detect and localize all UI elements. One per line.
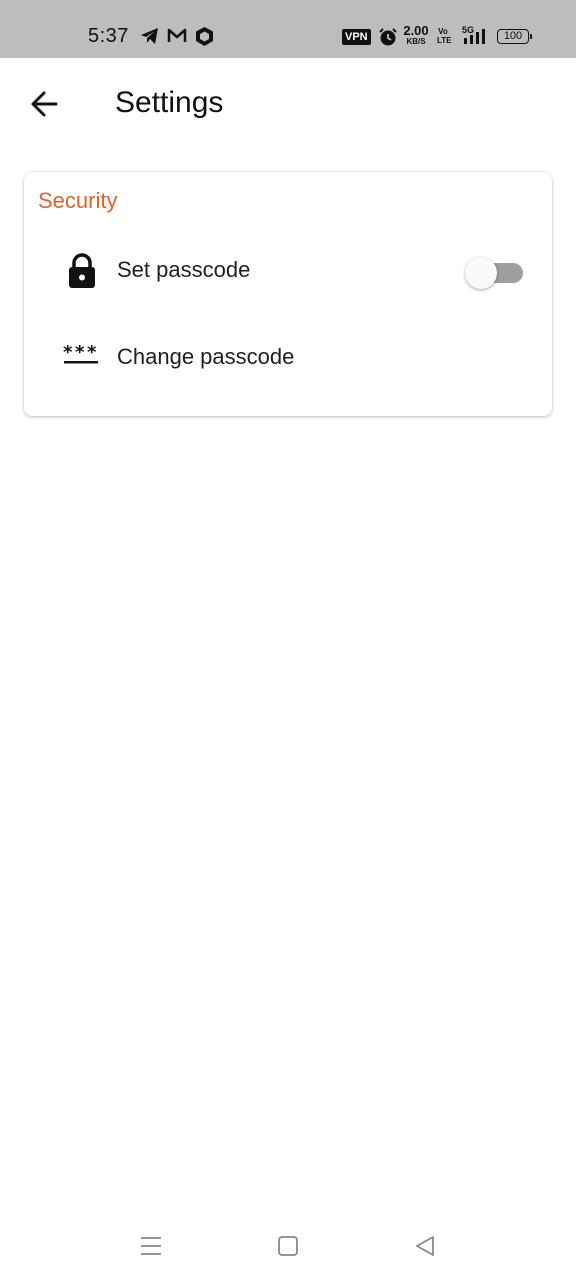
svg-text:*: * <box>87 342 97 363</box>
set-passcode-toggle[interactable] <box>465 255 527 289</box>
network-speed: 2.00 KB/S <box>401 23 431 47</box>
volte-bottom: LTE <box>437 36 452 45</box>
toggle-thumb <box>465 257 497 289</box>
menu-icon <box>141 1237 161 1255</box>
svg-text:*: * <box>75 342 85 363</box>
password-icon: * * * <box>62 340 102 376</box>
status-bar: 5:37 VPN 2.00 KB/S Vo LTE 5G 100 <box>0 0 576 58</box>
vpn-badge: VPN <box>342 29 371 45</box>
back-button[interactable] <box>26 84 66 124</box>
change-passcode-label: Change passcode <box>117 344 295 369</box>
gmail-icon <box>167 26 187 51</box>
change-passcode-row[interactable]: * * * Change passcode <box>24 323 552 393</box>
alarm-icon <box>378 27 398 52</box>
section-title-security: Security <box>38 188 118 213</box>
telegram-icon <box>140 26 160 51</box>
nav-back-button[interactable] <box>411 1232 439 1260</box>
network-speed-value: 2.00 <box>403 23 429 38</box>
volte-top: Vo <box>438 27 448 36</box>
lock-icon <box>62 253 102 289</box>
set-passcode-row[interactable]: Set passcode <box>24 236 552 306</box>
network-type-label: 5G <box>462 25 475 35</box>
page-title: Settings <box>115 86 224 119</box>
svg-text:*: * <box>63 342 73 363</box>
set-passcode-label: Set passcode <box>117 257 251 282</box>
system-nav-bar <box>0 1210 576 1280</box>
status-time: 5:37 <box>88 25 129 47</box>
back-triangle-icon <box>416 1236 434 1256</box>
arrow-left-icon <box>31 91 58 117</box>
network-speed-unit: KB/S <box>406 37 426 46</box>
nav-menu-button[interactable] <box>137 1232 165 1260</box>
signal-icon: 5G <box>458 25 490 52</box>
nav-home-button[interactable] <box>274 1232 302 1260</box>
home-square-icon <box>278 1236 298 1256</box>
shield-app-icon <box>194 26 215 52</box>
volte-indicator: Vo LTE <box>437 27 452 45</box>
security-card: Security Set passcode * * * Change passc… <box>24 172 552 416</box>
battery-indicator: 100 <box>497 29 532 44</box>
